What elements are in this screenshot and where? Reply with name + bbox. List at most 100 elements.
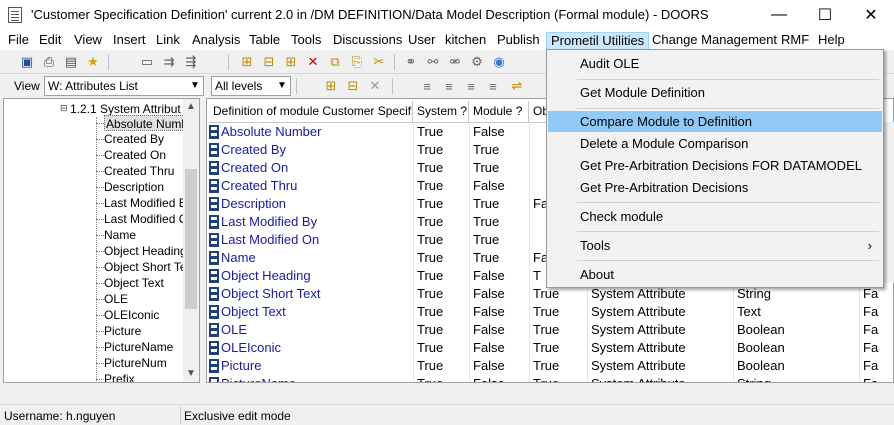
ole-icon[interactable]: ⚙ bbox=[468, 53, 486, 71]
scroll-thumb[interactable] bbox=[185, 169, 197, 309]
view-icon[interactable]: ▭ bbox=[138, 53, 156, 71]
tree-guide bbox=[96, 117, 97, 382]
menu-table[interactable]: Table bbox=[245, 32, 284, 50]
edit-column-icon[interactable]: ⊟ bbox=[344, 77, 362, 95]
menu-rmf[interactable]: RMF bbox=[777, 32, 813, 50]
menu-item-tools[interactable]: Tools › bbox=[548, 235, 882, 256]
menu-user[interactable]: User bbox=[404, 32, 439, 50]
tree-item[interactable]: Object Heading bbox=[104, 243, 187, 259]
menu-file[interactable]: File bbox=[4, 32, 33, 50]
copy-icon[interactable]: ⧉ bbox=[326, 53, 344, 71]
paste-icon[interactable]: ⎘ bbox=[348, 53, 366, 71]
menu-separator bbox=[577, 108, 879, 109]
filter-icon[interactable]: ⇉ bbox=[160, 53, 178, 71]
menu-item-tools-label: Tools bbox=[580, 238, 611, 253]
tree-item[interactable]: Created On bbox=[104, 147, 166, 163]
menu-item-about[interactable]: About bbox=[548, 264, 882, 285]
close-button[interactable]: ✕ bbox=[848, 0, 894, 30]
menu-view[interactable]: View bbox=[70, 32, 106, 50]
tree-scrollbar[interactable]: ▲ ▼ bbox=[183, 99, 199, 382]
menu-item-get-module-definition[interactable]: Get Module Definition bbox=[548, 82, 882, 103]
menu-kitchen[interactable]: kitchen bbox=[441, 32, 490, 50]
window-title: 'Customer Specification Definition' curr… bbox=[31, 7, 709, 22]
table-row[interactable]: PictureName True False True System Attri… bbox=[207, 375, 893, 382]
menu-item-compare-module[interactable]: Compare Module to Definition bbox=[548, 111, 882, 132]
levels-select-value: All levels bbox=[215, 79, 263, 93]
delete-object-icon[interactable]: ✕ bbox=[304, 53, 322, 71]
scroll-up-icon[interactable]: ▲ bbox=[183, 99, 199, 115]
menu-item-check-module[interactable]: Check module bbox=[548, 206, 882, 227]
table-row[interactable]: OLEIconic True False True System Attribu… bbox=[207, 339, 893, 357]
sort-icon[interactable]: ⇶ bbox=[182, 53, 200, 71]
menu-discussions[interactable]: Discussions bbox=[329, 32, 406, 50]
status-username: Username: h.nguyen bbox=[4, 409, 116, 423]
menu-item-pre-arbitration[interactable]: Get Pre-Arbitration Decisions bbox=[548, 177, 882, 198]
menu-separator bbox=[577, 202, 879, 203]
scroll-down-icon[interactable]: ▼ bbox=[183, 366, 199, 382]
menu-prometil-utilities[interactable]: Prometil Utilities bbox=[546, 32, 650, 50]
star-icon[interactable]: ★ bbox=[84, 53, 102, 71]
cut-icon[interactable]: ✂ bbox=[370, 53, 388, 71]
tree-item[interactable]: PictureName bbox=[104, 339, 173, 355]
menu-link[interactable]: Link bbox=[152, 32, 184, 50]
tree-item[interactable]: Last Modified By bbox=[104, 195, 193, 211]
view-select[interactable]: W: Attributes List ▼ bbox=[44, 76, 204, 96]
link-icon[interactable]: ⚭ bbox=[402, 53, 420, 71]
align-center-icon[interactable]: ≡ bbox=[440, 77, 458, 95]
menu-separator bbox=[577, 231, 879, 232]
link-end-icon[interactable]: ⚮ bbox=[446, 53, 464, 71]
maximize-button[interactable]: ☐ bbox=[802, 0, 848, 30]
insert-below-icon[interactable]: ⊟ bbox=[260, 53, 278, 71]
table-row[interactable]: Object Text True False True System Attri… bbox=[207, 303, 893, 321]
column-header-system[interactable]: System ? bbox=[413, 101, 469, 123]
tree-item[interactable]: Created Thru bbox=[104, 163, 174, 179]
link-start-icon[interactable]: ⚯ bbox=[424, 53, 442, 71]
status-bar: Username: h.nguyen Exclusive edit mode bbox=[0, 404, 894, 425]
menu-item-pre-arbitration-datamodel[interactable]: Get Pre-Arbitration Decisions FOR DATAMO… bbox=[548, 155, 882, 176]
levels-select[interactable]: All levels ▼ bbox=[211, 76, 291, 96]
tree-expander-icon[interactable]: ⊟ bbox=[60, 104, 68, 113]
menu-item-audit-ole[interactable]: Audit OLE bbox=[548, 53, 882, 74]
tree-item[interactable]: Object Short Tex bbox=[104, 259, 193, 275]
wrap-icon[interactable]: ⇌ bbox=[508, 77, 526, 95]
properties-icon[interactable]: ▤ bbox=[62, 53, 80, 71]
save-icon[interactable]: ▣ bbox=[18, 53, 36, 71]
tree-item[interactable]: OLEIconic bbox=[104, 307, 159, 323]
module-tree[interactable]: ⊟ 1.2.1 System Attribut Absolute Numbe C… bbox=[3, 98, 200, 383]
delete-column-icon[interactable]: ✕ bbox=[366, 77, 384, 95]
menu-item-delete-comparison[interactable]: Delete a Module Comparison bbox=[548, 133, 882, 154]
tree-item[interactable]: Last Modified On bbox=[104, 211, 195, 227]
tree-item[interactable]: Created By bbox=[104, 131, 164, 147]
globe-icon[interactable]: ◉ bbox=[490, 53, 508, 71]
toolbar-separator bbox=[108, 54, 109, 70]
toolbar-separator bbox=[392, 78, 393, 94]
menu-analysis[interactable]: Analysis bbox=[188, 32, 244, 50]
tree-item[interactable]: PictureNum bbox=[104, 355, 167, 371]
menu-tools[interactable]: Tools bbox=[287, 32, 325, 50]
insert-child-icon[interactable]: ⊞ bbox=[282, 53, 300, 71]
menu-help[interactable]: Help bbox=[814, 32, 849, 50]
justify-icon[interactable]: ≡ bbox=[484, 77, 502, 95]
align-right-icon[interactable]: ≡ bbox=[462, 77, 480, 95]
table-row[interactable]: Picture True False True System Attribute… bbox=[207, 357, 893, 375]
print-icon[interactable]: ⎙ bbox=[40, 53, 58, 71]
menu-publish[interactable]: Publish bbox=[493, 32, 544, 50]
insert-column-icon[interactable]: ⊞ bbox=[322, 77, 340, 95]
toolbar-separator bbox=[394, 54, 395, 70]
tree-item[interactable]: Description bbox=[104, 179, 164, 195]
column-header-module[interactable]: Module ? bbox=[469, 101, 529, 123]
menu-change-management[interactable]: Change Management bbox=[648, 32, 781, 50]
menu-separator bbox=[577, 260, 879, 261]
menu-insert[interactable]: Insert bbox=[109, 32, 150, 50]
column-header-definition[interactable]: Definition of module Customer Specificat… bbox=[209, 101, 413, 123]
insert-object-icon[interactable]: ⊞ bbox=[238, 53, 256, 71]
menu-edit[interactable]: Edit bbox=[35, 32, 65, 50]
minimize-button[interactable]: — bbox=[756, 0, 802, 30]
align-left-icon[interactable]: ≡ bbox=[418, 77, 436, 95]
tree-item[interactable]: OLE bbox=[104, 291, 128, 307]
tree-item[interactable]: Name bbox=[104, 227, 136, 243]
tree-item[interactable]: Object Text bbox=[104, 275, 164, 291]
tree-item[interactable]: Prefix bbox=[104, 371, 135, 382]
tree-item[interactable]: Picture bbox=[104, 323, 141, 339]
table-row[interactable]: OLE True False True System Attribute Boo… bbox=[207, 321, 893, 339]
